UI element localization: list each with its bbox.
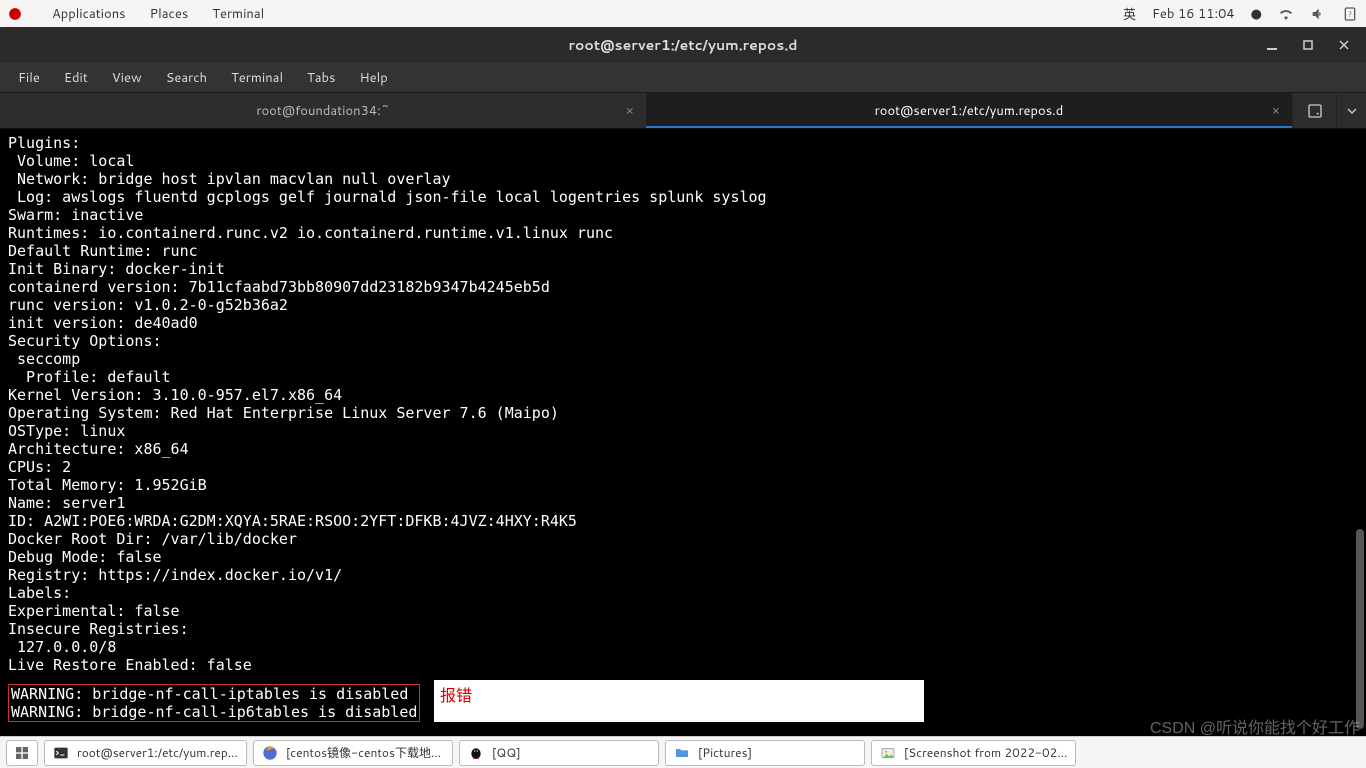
tab-close-icon[interactable]: ×: [626, 102, 634, 120]
menu-search[interactable]: Search: [154, 65, 219, 91]
tab-foundation[interactable]: root@foundation34:~ ×: [0, 93, 646, 128]
tab-label: root@foundation34:~: [256, 102, 389, 120]
taskbar-item-pictures[interactable]: [Pictures]: [665, 740, 865, 766]
tab-server1[interactable]: root@server1:/etc/yum.repos.d ×: [646, 93, 1292, 128]
terminal-scrollbar[interactable]: [1356, 529, 1364, 729]
folder-icon: [674, 745, 690, 761]
topbar-terminal[interactable]: Terminal: [212, 5, 264, 23]
csdn-watermark: CSDN @听说你能找个好工作: [1150, 714, 1360, 738]
topbar-applications[interactable]: Applications: [52, 5, 126, 23]
bottom-taskbar: root@server1:/etc/yum.rep... [centos镜像-c…: [0, 736, 1366, 768]
terminal-output: Plugins: Volume: local Network: bridge h…: [8, 134, 767, 674]
new-tab-button[interactable]: [1292, 93, 1336, 128]
ime-indicator[interactable]: 英: [1123, 4, 1136, 24]
window-title: root@server1:/etc/yum.repos.d: [568, 35, 797, 55]
menu-edit[interactable]: Edit: [52, 65, 100, 91]
taskbar-label: root@server1:/etc/yum.rep...: [77, 744, 238, 761]
warning-text: WARNING: bridge-nf-call-iptables is disa…: [11, 685, 417, 721]
menu-terminal[interactable]: Terminal: [219, 65, 295, 91]
menu-file[interactable]: File: [6, 65, 52, 91]
firefox-icon: [262, 745, 278, 761]
show-desktop-button[interactable]: [6, 740, 38, 766]
window-close-button[interactable]: [1326, 27, 1362, 63]
menu-tabs[interactable]: Tabs: [295, 65, 347, 91]
annotation-note: 报错: [434, 680, 924, 722]
terminal-viewport[interactable]: Plugins: Volume: local Network: bridge h…: [0, 129, 1366, 722]
taskbar-label: [centos镜像-centos下载地...: [286, 744, 441, 761]
status-dot-icon: ●: [1251, 5, 1262, 23]
tab-menu-arrow-icon[interactable]: [1336, 93, 1366, 128]
taskbar-item-terminal[interactable]: root@server1:/etc/yum.rep...: [44, 740, 247, 766]
power-icon[interactable]: ?: [1342, 6, 1358, 22]
warning-box: WARNING: bridge-nf-call-iptables is disa…: [8, 684, 420, 722]
svg-text:?: ?: [1348, 9, 1352, 19]
menu-view[interactable]: View: [100, 65, 154, 91]
tab-close-icon[interactable]: ×: [1272, 102, 1280, 120]
taskbar-label: [QQ]: [492, 744, 521, 761]
annotation-text: 报错: [440, 688, 472, 705]
taskbar-item-firefox[interactable]: [centos镜像-centos下载地...: [253, 740, 453, 766]
clock[interactable]: Feb 16 11:04: [1152, 5, 1235, 23]
redhat-logo-icon: [8, 7, 22, 21]
taskbar-label: [Screenshot from 2022-02...: [904, 744, 1067, 761]
terminal-tabbar: root@foundation34:~ × root@server1:/etc/…: [0, 93, 1366, 129]
topbar-places[interactable]: Places: [150, 5, 189, 23]
gnome-top-bar: Applications Places Terminal 英 Feb 16 11…: [0, 0, 1366, 27]
window-maximize-button[interactable]: [1290, 27, 1326, 63]
window-titlebar: root@server1:/etc/yum.repos.d: [0, 27, 1366, 63]
menu-help[interactable]: Help: [347, 65, 399, 91]
terminal-menubar: File Edit View Search Terminal Tabs Help: [0, 63, 1366, 93]
terminal-icon: [53, 745, 69, 761]
volume-icon[interactable]: [1310, 6, 1326, 22]
image-icon: [880, 745, 896, 761]
taskbar-item-screenshot[interactable]: [Screenshot from 2022-02...: [871, 740, 1076, 766]
qq-icon: [468, 745, 484, 761]
window-minimize-button[interactable]: [1254, 27, 1290, 63]
taskbar-item-qq[interactable]: [QQ]: [459, 740, 659, 766]
taskbar-label: [Pictures]: [698, 744, 752, 761]
wifi-icon[interactable]: [1278, 6, 1294, 22]
tab-label: root@server1:/etc/yum.repos.d: [875, 102, 1064, 120]
